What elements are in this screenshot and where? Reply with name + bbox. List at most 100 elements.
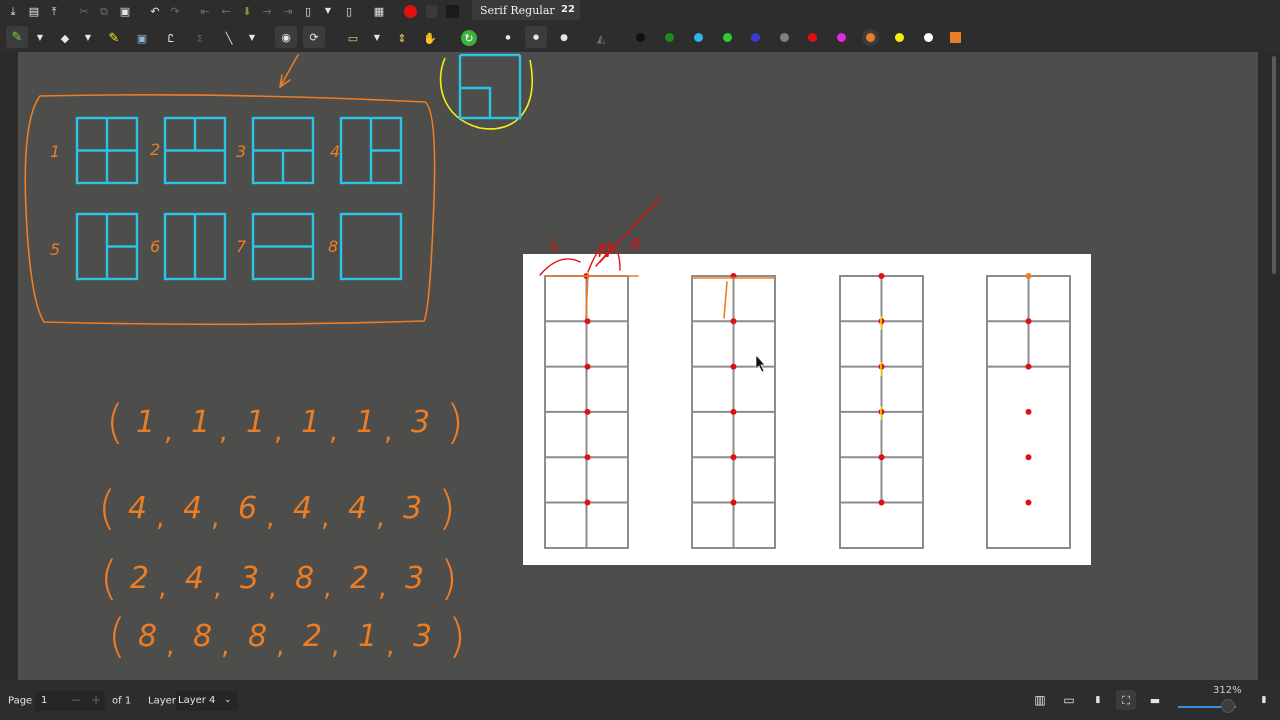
arrow-label-l: L <box>551 235 560 254</box>
comma: , <box>274 417 282 447</box>
sequence-value: 1 <box>246 405 265 440</box>
red-dot <box>730 408 737 415</box>
figure-label: 3 <box>236 142 246 161</box>
open-paren: ( <box>106 395 124 449</box>
sequence-value: 1 <box>136 405 155 440</box>
page-spinner[interactable]: 1 − + <box>35 691 105 711</box>
fullscreen-icon[interactable]: ⛶ <box>1116 690 1136 710</box>
color-swatch[interactable] <box>694 33 703 42</box>
layer-label: Layer <box>148 695 176 707</box>
sequence-value: 8 <box>138 619 157 654</box>
sequence-value: 3 <box>403 491 422 526</box>
color-swatch[interactable] <box>723 33 732 42</box>
partition-figure <box>163 212 227 281</box>
presentation-view-icon[interactable]: ▭ <box>1061 692 1077 708</box>
sequence-value: 1 <box>358 619 377 654</box>
figure-label: 5 <box>50 240 60 259</box>
partition-figure <box>163 116 227 185</box>
close-paren: ) <box>440 551 458 605</box>
comma: , <box>378 573 386 603</box>
comma: , <box>329 417 337 447</box>
comma: , <box>276 631 284 661</box>
sequence-value: 4 <box>293 491 312 526</box>
grid-paper <box>523 254 1091 565</box>
comma: , <box>166 631 174 661</box>
red-dot <box>730 318 737 325</box>
comma: , <box>376 503 384 533</box>
color-swatch[interactable] <box>665 33 674 42</box>
open-paren: ( <box>100 551 118 605</box>
sequence-value: 3 <box>411 405 430 440</box>
sequence-value: 2 <box>130 561 149 596</box>
book-view-icon[interactable]: ▥ <box>1032 692 1048 708</box>
open-paren: ( <box>98 481 116 535</box>
color-swatch[interactable] <box>808 33 817 42</box>
comma: , <box>266 503 274 533</box>
sequence-value: 4 <box>185 561 204 596</box>
sequence-value: 2 <box>350 561 369 596</box>
red-dot <box>1025 454 1032 461</box>
color-swatch[interactable] <box>636 33 645 42</box>
red-dot <box>584 499 591 506</box>
red-dot <box>878 454 885 461</box>
sequence-tuples: (1, 1, 1, 1, 1, 3)(4, 4, 6, 4, 4, 3)(2, 4, 3, 8, 2, 3)(… <box>98 395 466 663</box>
sequence-value: 1 <box>191 405 210 440</box>
chevron-down-icon: ⌄ <box>224 695 232 705</box>
sequence-value: 1 <box>356 405 375 440</box>
red-dot <box>730 363 737 370</box>
close-paren: ) <box>448 609 466 663</box>
sequence-tuple: (1, 1, 1, 1, 1, 3 <box>106 395 430 449</box>
zoom-out-icon[interactable]: ▬ <box>1147 692 1163 708</box>
comma: , <box>156 503 164 533</box>
sequence-value: 3 <box>405 561 424 596</box>
partition-figure <box>339 116 403 185</box>
comma: , <box>158 573 166 603</box>
red-dot <box>584 408 591 415</box>
comma: , <box>219 417 227 447</box>
zoom-slider-handle[interactable] <box>1221 699 1235 713</box>
single-page-icon[interactable]: ▮ <box>1090 692 1106 708</box>
arrow-label-r: R <box>630 235 641 254</box>
sequence-value: 4 <box>128 491 147 526</box>
red-dot <box>584 363 591 370</box>
orange-arrow <box>279 54 299 88</box>
color-swatch[interactable] <box>780 33 789 42</box>
color-swatch[interactable] <box>895 33 904 42</box>
comma: , <box>384 417 392 447</box>
sequence-value: 8 <box>193 619 212 654</box>
status-bar: Page 1 − + of 1 Layer Layer 4 ⌄ ▥ ▭ ▮ ⛶ … <box>0 680 1280 720</box>
partition-figure <box>75 116 139 185</box>
sequence-value: 6 <box>238 491 257 526</box>
sequence-tuple: (2, 4, 3, 8, 2, 3 <box>100 551 424 605</box>
figure-label: 8 <box>328 237 338 256</box>
sequence-value: 2 <box>303 619 322 654</box>
plus-icon[interactable]: + <box>91 693 101 707</box>
open-paren: ( <box>108 609 126 663</box>
color-swatch[interactable] <box>837 33 846 42</box>
comma: , <box>268 573 276 603</box>
page-input[interactable]: 1 <box>41 695 47 706</box>
partition-figure <box>251 116 315 185</box>
figures-box <box>24 94 436 326</box>
partition-figure <box>251 212 315 281</box>
layer-select[interactable]: Layer 4 ⌄ <box>176 691 238 711</box>
minus-icon[interactable]: − <box>71 693 81 707</box>
color-swatch[interactable] <box>751 33 760 42</box>
comma: , <box>164 417 172 447</box>
figure-label: 1 <box>50 142 60 161</box>
zoom-level: 312% <box>1213 685 1242 696</box>
comma: , <box>213 573 221 603</box>
sequence-tuple: (4, 4, 6, 4, 4, 3 <box>98 481 422 535</box>
sequence-value: 1 <box>301 405 320 440</box>
color-swatch[interactable] <box>924 33 933 42</box>
sequence-value: 8 <box>248 619 267 654</box>
comma: , <box>221 631 229 661</box>
zoom-in-icon[interactable]: ▮ <box>1256 692 1272 708</box>
red-dot <box>584 454 591 461</box>
partition-figure <box>75 212 139 281</box>
red-dot <box>1025 499 1032 506</box>
color-swatch[interactable] <box>866 33 875 42</box>
arrow-label-n: N <box>598 241 611 262</box>
comma: , <box>386 631 394 661</box>
canvas-drawing: 1 2 3 45 6 7 8 (1, 1, 1, 1, 1, 3)(4, 4, 6, 4, 4, 3)(2, 4,… <box>24 53 1091 663</box>
